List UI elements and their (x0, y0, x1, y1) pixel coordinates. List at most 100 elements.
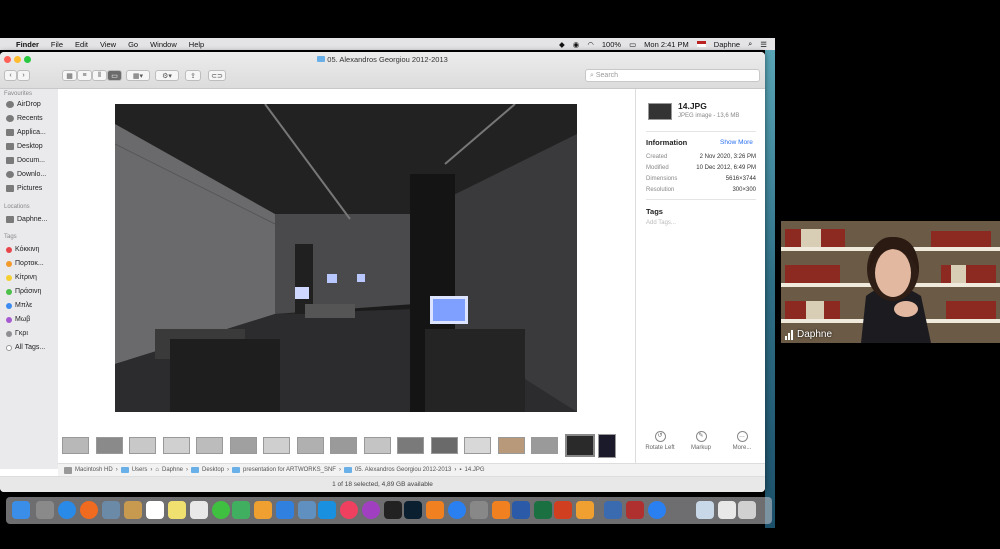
menu-user[interactable]: Daphne (714, 40, 740, 49)
preview-icon[interactable] (102, 501, 120, 519)
shield-icon[interactable]: ◆ (559, 40, 565, 49)
eye-icon[interactable]: ◉ (573, 40, 580, 49)
gallery-thumbnail[interactable] (296, 437, 324, 454)
sidebar-tag-gray[interactable]: Γκρι (6, 330, 28, 337)
calendar-icon[interactable] (146, 501, 164, 519)
path-item[interactable]: Users (132, 467, 148, 473)
notes-app-icon[interactable] (124, 501, 142, 519)
gallery-thumbnail[interactable] (531, 437, 558, 454)
keynote-icon[interactable] (276, 501, 294, 519)
sidebar-item-recents[interactable]: Recents (6, 115, 43, 122)
folder-icon[interactable] (696, 501, 714, 519)
sidebar-item-pictures[interactable]: Pictures (6, 185, 42, 192)
sidebar-tag-red[interactable]: Κόκκινη (6, 246, 39, 253)
photos-app-icon[interactable] (254, 501, 272, 519)
tv-icon[interactable] (384, 501, 402, 519)
gallery-thumbnail[interactable] (95, 437, 123, 454)
battery-percent[interactable]: 100% (602, 40, 621, 49)
skype-icon[interactable] (318, 501, 336, 519)
sidebar-item-location[interactable]: Daphne... (6, 216, 47, 223)
path-item[interactable]: 14.JPG (465, 467, 485, 473)
gallery-photo[interactable] (115, 104, 577, 412)
gallery-thumbnail[interactable] (263, 437, 290, 454)
music-icon[interactable] (340, 501, 358, 519)
photos-icon[interactable] (190, 501, 208, 519)
zoom-icon[interactable] (648, 501, 666, 519)
safari-icon[interactable] (58, 501, 76, 519)
sidebar-tag-yellow[interactable]: Κίτρινη (6, 274, 37, 281)
gallery-thumbnail[interactable] (397, 437, 424, 454)
sidebar-item-desktop[interactable]: Desktop (6, 143, 43, 150)
menu-edit[interactable]: Edit (75, 40, 88, 49)
rotate-left-button[interactable]: ↺ Rotate Left (640, 431, 680, 451)
launchpad-icon[interactable] (36, 501, 54, 519)
gallery-thumbnail[interactable] (229, 437, 257, 454)
sidebar-item-documents[interactable]: Docum... (6, 157, 45, 164)
wifi-icon[interactable]: ◠ (587, 40, 594, 49)
gallery-thumbnail[interactable] (162, 437, 190, 454)
firefox-icon[interactable] (80, 501, 98, 519)
gallery-thumbnail[interactable] (363, 437, 391, 454)
photo-booth-icon[interactable] (626, 501, 644, 519)
path-item[interactable]: Macintosh HD (75, 467, 113, 473)
finder-icon[interactable] (12, 501, 30, 519)
stickies-icon[interactable] (168, 501, 186, 519)
preview-app-icon[interactable] (298, 501, 316, 519)
sidebar-item-airdrop[interactable]: AirDrop (6, 101, 41, 108)
menu-window[interactable]: Window (150, 40, 177, 49)
system-preferences-icon[interactable] (470, 501, 488, 519)
menu-help[interactable]: Help (189, 40, 204, 49)
tag-button[interactable]: ⊂⊃ (208, 70, 226, 81)
gallery-thumbnail[interactable] (196, 437, 223, 454)
downloads-folder-icon[interactable] (718, 501, 736, 519)
sidebar-tag-orange[interactable]: Πορτοκ... (6, 260, 44, 267)
menu-app-name[interactable]: Finder (16, 40, 39, 49)
trash-icon[interactable] (738, 501, 756, 519)
gallery-thumbnail[interactable] (430, 437, 458, 454)
add-tags-input[interactable]: Add Tags... (646, 220, 676, 226)
messages-icon[interactable] (212, 501, 230, 519)
markup-button[interactable]: ✎ Markup (681, 431, 721, 451)
gallery-thumbnail[interactable] (497, 437, 525, 454)
quicktime-icon[interactable] (604, 501, 622, 519)
column-view-button[interactable]: ⫴ (92, 70, 107, 81)
control-center-icon[interactable]: ☰ (760, 40, 767, 49)
gallery-thumbnail[interactable] (129, 437, 156, 454)
photoshop-icon[interactable] (404, 501, 422, 519)
path-item[interactable]: presentation for ARTWORKS_SNF (243, 467, 336, 473)
menu-clock[interactable]: Mon 2:41 PM (644, 40, 689, 49)
icon-view-button[interactable]: ▦ (62, 70, 77, 81)
action-gear-button[interactable]: ⚙▾ (155, 70, 179, 81)
gallery-thumbnail[interactable] (564, 434, 595, 457)
forward-button[interactable]: › (17, 70, 30, 81)
sidebar-item-downloads[interactable]: Downlo... (6, 171, 46, 178)
facetime-icon[interactable] (232, 501, 250, 519)
word-icon[interactable] (512, 501, 530, 519)
list-view-button[interactable]: ≡ (77, 70, 92, 81)
search-input[interactable]: ⌕ Search (585, 69, 760, 82)
show-more-link[interactable]: Show More (720, 139, 753, 146)
sidebar-all-tags[interactable]: All Tags... (6, 344, 45, 351)
app-store-icon[interactable] (448, 501, 466, 519)
menu-file[interactable]: File (51, 40, 63, 49)
podcasts-icon[interactable] (362, 501, 380, 519)
flag-icon[interactable] (696, 41, 706, 47)
path-item[interactable]: Daphne (162, 467, 183, 473)
more-button[interactable]: … More... (722, 431, 762, 451)
menu-go[interactable]: Go (128, 40, 138, 49)
excel-icon[interactable] (534, 501, 552, 519)
sidebar-item-applications[interactable]: Applica... (6, 129, 46, 136)
powerpoint-icon[interactable] (554, 501, 572, 519)
gallery-thumbnail[interactable] (598, 434, 616, 458)
gallery-view-button[interactable]: ▭ (107, 70, 122, 81)
group-button[interactable]: ▦▾ (126, 70, 150, 81)
pages-icon[interactable] (576, 501, 594, 519)
books-icon[interactable] (426, 501, 444, 519)
sidebar-tag-purple[interactable]: Μωβ (6, 316, 30, 323)
sidebar-tag-green[interactable]: Πράσινη (6, 288, 41, 295)
gallery-thumbnail[interactable] (464, 437, 491, 454)
path-item[interactable]: Desktop (202, 467, 224, 473)
path-item[interactable]: 05. Alexandros Georgiou 2012-2013 (355, 467, 451, 473)
spotlight-icon[interactable]: ⌕ (748, 39, 752, 49)
gallery-thumbnail[interactable] (62, 437, 89, 454)
